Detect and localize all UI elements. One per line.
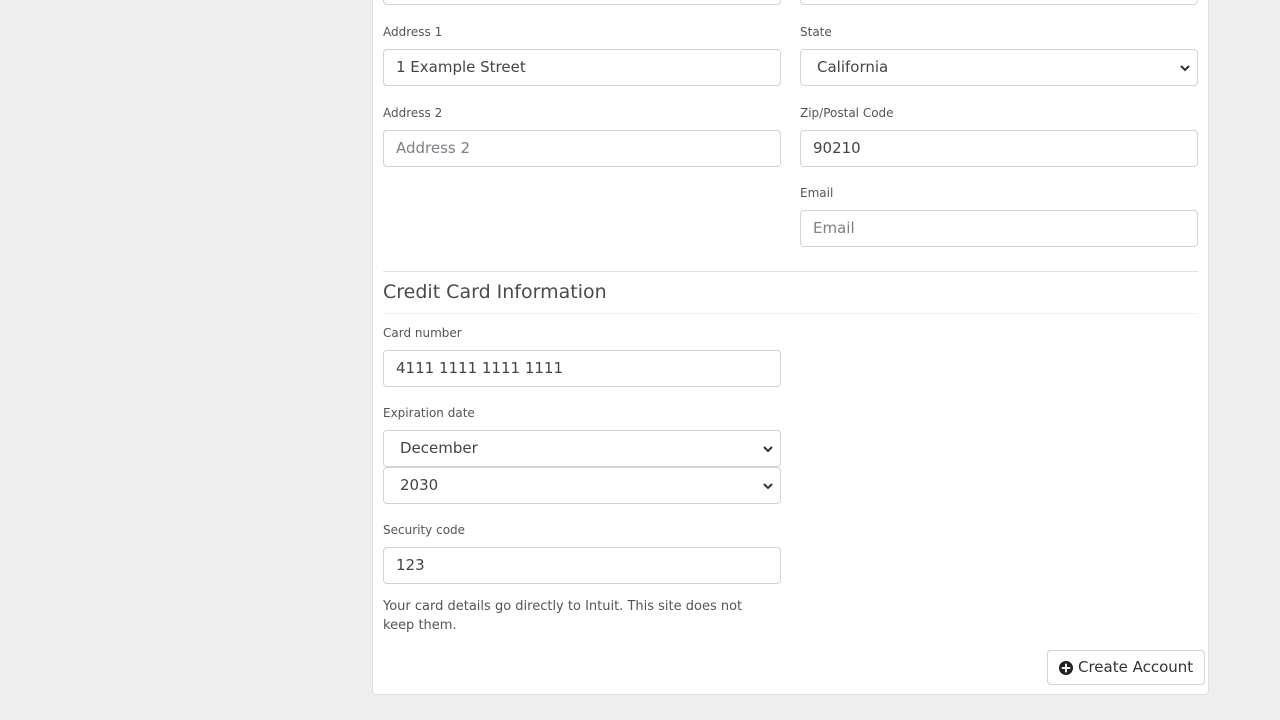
cutoff-field-left[interactable]	[383, 0, 781, 5]
state-select-value: California	[817, 58, 889, 76]
create-account-label: Create Account	[1078, 658, 1194, 676]
email-input[interactable]: Email	[800, 210, 1198, 247]
section-divider	[383, 271, 1198, 272]
state-select[interactable]: California	[800, 49, 1198, 86]
security-code-input[interactable]: 123	[383, 547, 781, 584]
expiration-month-value: December	[400, 439, 478, 457]
expiration-label: Expiration date	[383, 406, 475, 420]
chevron-down-icon	[1180, 65, 1190, 72]
expiration-month-select[interactable]: December	[383, 430, 781, 467]
card-number-label: Card number	[383, 326, 462, 340]
create-account-button[interactable]: Create Account	[1047, 650, 1206, 685]
card-help-text: Your card details go directly to Intuit.…	[383, 599, 743, 633]
security-code-label: Security code	[383, 523, 466, 537]
zip-input[interactable]: 90210	[800, 130, 1198, 167]
chevron-down-icon	[763, 483, 773, 490]
plus-circle-icon	[1059, 660, 1073, 675]
address2-input[interactable]: Address 2	[383, 130, 781, 167]
address1-label: Address 1	[383, 25, 443, 39]
expiration-year-value: 2030	[400, 476, 439, 494]
cutoff-field-right[interactable]	[800, 0, 1198, 5]
card-number-input[interactable]: 4111 1111 1111 1111	[383, 350, 781, 387]
zip-label: Zip/Postal Code	[800, 106, 894, 120]
credit-card-heading: Credit Card Information	[383, 281, 607, 303]
expiration-year-select[interactable]: 2030	[383, 467, 781, 504]
chevron-down-icon	[763, 446, 773, 453]
account-form-card: Address 1 1 Example Street State Califor…	[372, 0, 1209, 695]
email-label: Email	[800, 186, 834, 200]
heading-underline	[383, 313, 1198, 314]
address2-label: Address 2	[383, 106, 443, 120]
state-label: State	[800, 25, 832, 39]
address1-input[interactable]: 1 Example Street	[383, 49, 781, 86]
